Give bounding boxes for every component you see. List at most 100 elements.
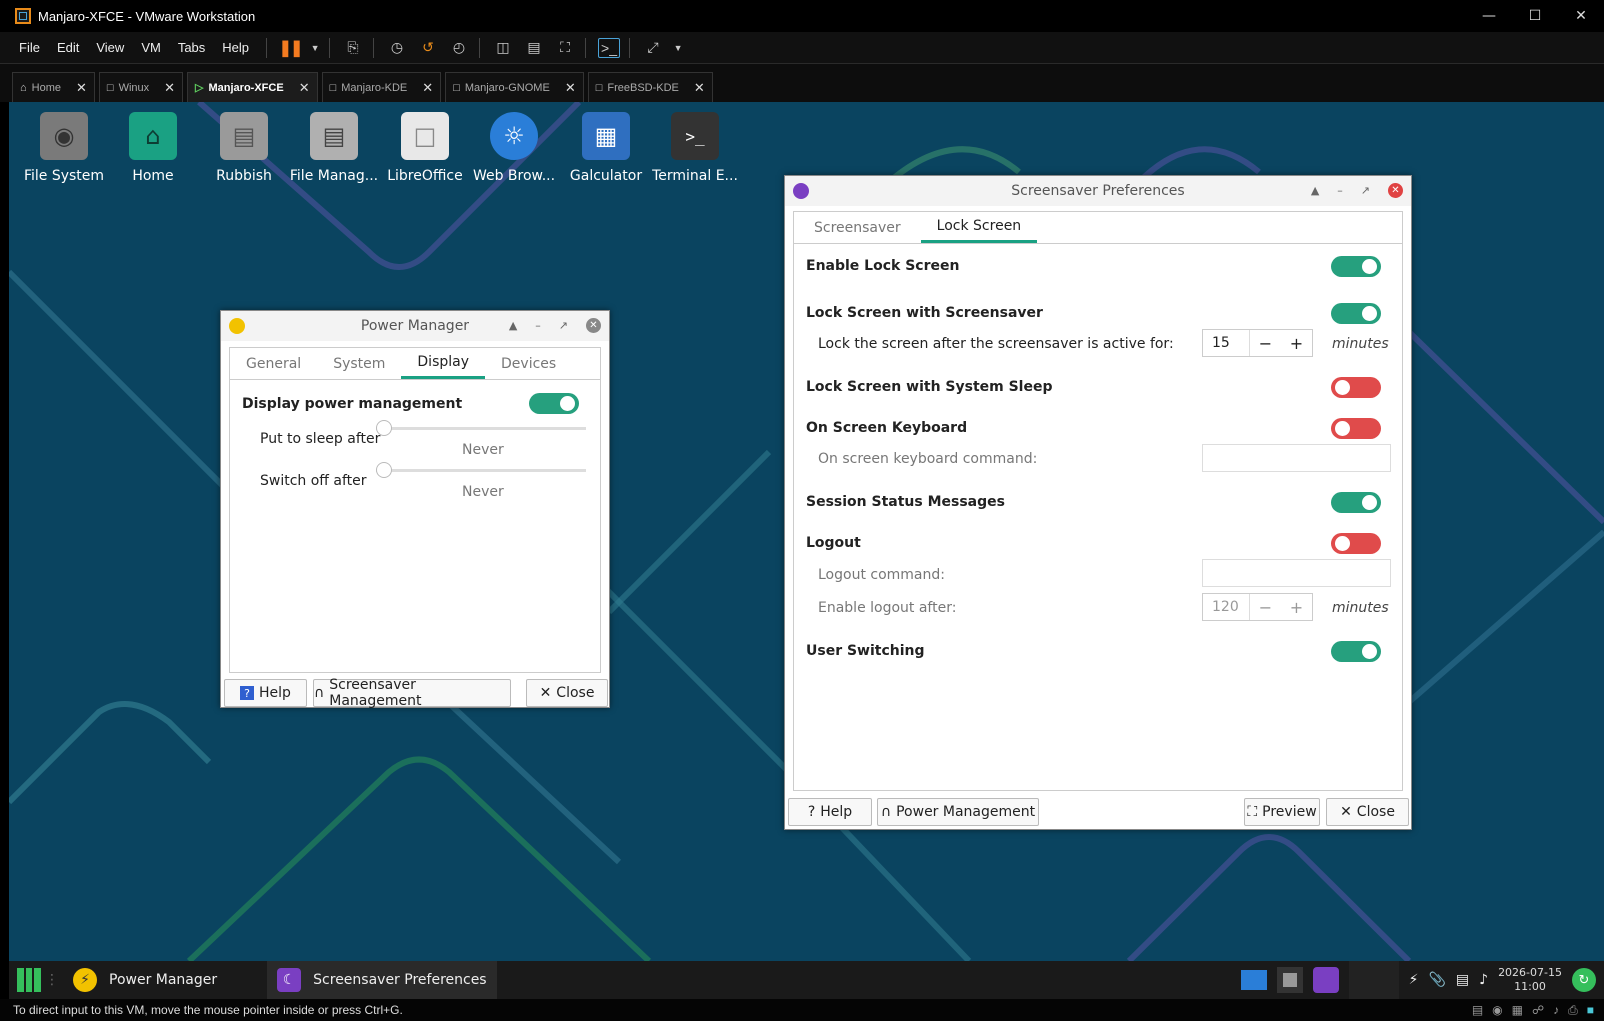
lock-with-screensaver-toggle[interactable]	[1331, 303, 1381, 324]
tab-screensaver[interactable]: Screensaver	[794, 212, 921, 243]
stretch-icon[interactable]: ⤢	[642, 38, 664, 58]
desktop-icon-web-browser[interactable]: ☼ Web Brow...	[469, 112, 559, 184]
increment-icon[interactable]: +	[1281, 330, 1312, 356]
logout-after-spinner[interactable]: 120 − +	[1202, 593, 1313, 621]
desktop-icon-home[interactable]: ⌂ Home	[108, 112, 198, 184]
switch-off-slider[interactable]	[376, 462, 586, 478]
workspace-2-icon[interactable]	[1276, 967, 1303, 993]
shade-icon[interactable]: ▲	[1311, 184, 1319, 197]
menu-vm[interactable]: VM	[141, 40, 161, 55]
session-status-toggle[interactable]	[1331, 492, 1381, 513]
minimize-icon[interactable]: –	[1337, 184, 1343, 197]
sleep-slider-handle[interactable]	[376, 420, 392, 436]
osk-toggle[interactable]	[1331, 418, 1381, 439]
help-button[interactable]: ? Help	[788, 798, 872, 826]
close-icon[interactable]: ✕	[1558, 0, 1604, 32]
tab-lock-screen[interactable]: Lock Screen	[920, 212, 1038, 243]
vm-tab-manjaro-xfce[interactable]: ▷ Manjaro-XFCE ✕	[187, 72, 318, 102]
pause-icon[interactable]: ❚❚	[279, 38, 304, 58]
menu-file[interactable]: File	[19, 40, 40, 55]
revert-snapshot-icon[interactable]: ↺	[417, 38, 439, 58]
tab-devices[interactable]: Devices	[485, 348, 572, 379]
snapshot-manager-icon[interactable]: ◴	[448, 38, 470, 58]
tab-display[interactable]: Display	[401, 348, 486, 379]
sound-icon[interactable]: ♪	[1553, 1003, 1559, 1018]
user-switching-toggle[interactable]	[1331, 641, 1381, 662]
logout-toggle[interactable]	[1331, 533, 1381, 554]
lock-after-spinner[interactable]: 15 − +	[1202, 329, 1313, 357]
hard-disk-icon[interactable]: ▤	[1472, 1003, 1483, 1018]
workspace-1-icon[interactable]	[1240, 970, 1267, 990]
maximize-icon[interactable]: ☐	[1512, 0, 1558, 32]
preview-button[interactable]: ⛶ Preview	[1244, 798, 1320, 826]
close-tab-icon[interactable]: ✕	[565, 80, 576, 96]
power-management-button[interactable]: ∩ Power Management	[877, 798, 1039, 826]
clipboard-icon[interactable]: 📎	[1428, 972, 1445, 988]
logout-after-value[interactable]: 120	[1203, 594, 1250, 620]
desktop-icon-terminal[interactable]: >_ Terminal E...	[650, 112, 740, 184]
thumbnail-bar-icon[interactable]: ▤	[523, 38, 545, 58]
message-icon[interactable]: ■	[1587, 1003, 1594, 1018]
screensaver-tray-icon[interactable]	[1312, 967, 1339, 993]
close-tab-icon[interactable]: ✕	[76, 80, 87, 96]
console-view-icon[interactable]: >_	[598, 37, 621, 58]
printer-icon[interactable]: ⎙	[1568, 1003, 1578, 1018]
vm-tab-manjaro-kde[interactable]: □ Manjaro-KDE ✕	[321, 72, 442, 102]
library-icon[interactable]: ◫	[492, 38, 514, 58]
tab-general[interactable]: General	[230, 348, 317, 379]
desktop-icon-file-system[interactable]: ◉ File System	[19, 112, 109, 184]
logout-command-field[interactable]	[1202, 559, 1391, 587]
sleep-slider[interactable]	[376, 420, 586, 436]
snapshot-icon[interactable]: ◷	[386, 38, 408, 58]
osk-command-field[interactable]	[1202, 444, 1391, 472]
maximize-icon[interactable]: ↗	[559, 319, 568, 332]
task-power-manager[interactable]: ⚡ Power Manager	[63, 961, 227, 999]
screensaver-management-button[interactable]: ∩ Screensaver Management	[313, 677, 511, 709]
screensaver-titlebar[interactable]: Screensaver Preferences ▲ – ↗ ✕	[785, 176, 1411, 206]
close-tab-icon[interactable]: ✕	[164, 80, 175, 96]
network-icon[interactable]: ▤	[1456, 972, 1469, 988]
desktop-icon-rubbish[interactable]: ▤ Rubbish	[199, 112, 289, 184]
tab-system[interactable]: System	[317, 348, 401, 379]
close-button[interactable]: ✕ Close	[526, 679, 608, 707]
cd-icon[interactable]: ◉	[1492, 1003, 1502, 1018]
minimize-icon[interactable]: —	[1466, 0, 1512, 32]
menu-edit[interactable]: Edit	[57, 40, 79, 55]
menu-view[interactable]: View	[96, 40, 124, 55]
vm-tab-freebsd-kde[interactable]: □ FreeBSD-KDE ✕	[587, 72, 713, 102]
vm-tab-home[interactable]: ⌂ Home ✕	[12, 72, 95, 102]
close-tab-icon[interactable]: ✕	[422, 80, 433, 96]
desktop-icon-libreoffice[interactable]: □ LibreOffice	[380, 112, 470, 184]
close-button[interactable]: ✕ Close	[1326, 798, 1409, 826]
fullscreen-icon[interactable]: ⛶	[554, 38, 576, 58]
menu-help[interactable]: Help	[222, 40, 249, 55]
decrement-icon[interactable]: −	[1250, 330, 1281, 356]
lock-with-sleep-toggle[interactable]	[1331, 377, 1381, 398]
menu-tabs[interactable]: Tabs	[178, 40, 205, 55]
vm-tab-winux[interactable]: □ Winux ✕	[98, 72, 184, 102]
task-screensaver-preferences[interactable]: ☾ Screensaver Preferences	[267, 961, 497, 999]
power-manager-titlebar[interactable]: Power Manager ▲ – ↗ ✕	[221, 311, 609, 341]
desktop-icon-galculator[interactable]: ▦ Galculator	[561, 112, 651, 184]
usb-icon[interactable]: ☍	[1532, 1003, 1544, 1018]
help-button[interactable]: ? Help	[224, 679, 307, 707]
maximize-icon[interactable]: ↗	[1361, 184, 1370, 197]
vm-tab-manjaro-gnome[interactable]: □ Manjaro-GNOME ✕	[445, 72, 584, 102]
manjaro-menu-icon[interactable]	[17, 968, 42, 992]
guest-desktop[interactable]: ◉ File System ⌂ Home ▤ Rubbish ▤ File Ma…	[9, 102, 1604, 961]
dropdown-arrow-icon[interactable]: ▼	[673, 38, 683, 58]
lock-after-value[interactable]: 15	[1203, 330, 1250, 356]
switch-off-slider-handle[interactable]	[376, 462, 392, 478]
close-icon[interactable]: ✕	[1388, 183, 1403, 198]
handle-icon[interactable]: ⋮	[45, 972, 59, 988]
volume-icon[interactable]: ♪	[1479, 972, 1488, 988]
decrement-icon[interactable]: −	[1250, 594, 1281, 620]
clock[interactable]: 2026-07-15 11:00	[1498, 966, 1562, 994]
dropdown-arrow-icon[interactable]: ▼	[310, 38, 320, 58]
increment-icon[interactable]: +	[1281, 594, 1312, 620]
close-icon[interactable]: ✕	[586, 318, 601, 333]
shade-icon[interactable]: ▲	[509, 319, 517, 332]
power-tray-icon[interactable]: ⚡	[1409, 972, 1419, 988]
close-tab-icon[interactable]: ✕	[299, 80, 310, 96]
network-adapter-icon[interactable]: ▦	[1512, 1003, 1523, 1018]
